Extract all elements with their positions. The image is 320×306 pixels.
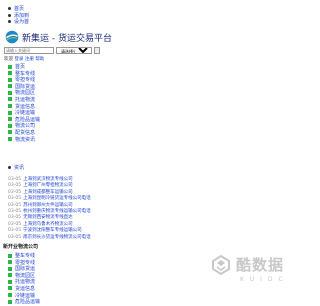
nav-item[interactable]: 物流园区 xyxy=(8,90,40,97)
nav-item[interactable]: 物流资讯 xyxy=(8,137,40,144)
logo-text: 新集运 - 货运交易平台 xyxy=(22,33,112,44)
watermark-text: 酷数据 xyxy=(236,256,285,274)
top-link-set-home[interactable]: 设为首 xyxy=(8,19,29,26)
square-bullet-icon xyxy=(8,299,12,304)
square-bullet-icon xyxy=(8,64,12,69)
search-bar: 请选择分类 xyxy=(4,47,100,54)
bullet-icon xyxy=(8,166,11,169)
article-link[interactable]: 上海到武汉物流专线公司 xyxy=(23,177,73,182)
nav-item[interactable]: 零担专线 xyxy=(8,77,40,84)
article-link[interactable]: 上海到昆明冷链货运专线公司电话 xyxy=(23,196,91,201)
article-date: 03-05 xyxy=(8,215,22,221)
article-date: 03-05 xyxy=(8,177,22,182)
square-bullet-icon xyxy=(8,110,12,115)
article-link[interactable]: 杭州到重庆物流专线运输公司电话 xyxy=(23,209,91,214)
category-select[interactable]: 请选择分类 xyxy=(56,47,92,54)
square-bullet-icon xyxy=(8,97,12,102)
site-logo[interactable]: 新集运 - 货运交易平台 xyxy=(5,30,112,44)
nav-item[interactable]: 托运物流 xyxy=(8,97,40,104)
top-links: 首页 添加到 设为首 xyxy=(8,6,29,26)
article-date: 03-05 xyxy=(8,209,22,215)
square-bullet-icon xyxy=(8,273,12,278)
square-bullet-icon xyxy=(8,104,12,109)
article-link[interactable]: 无锡到西安物流专线直达 xyxy=(23,215,73,220)
article-date: 03-05 xyxy=(8,202,22,208)
category-nav: 整车专线 零担专线 国际货运 物流园区 托运物流 货运信息 冷链运输 危险品运输 xyxy=(8,253,40,306)
nav-item[interactable]: 危险品运输 xyxy=(8,299,40,306)
nav-item[interactable]: 冷链运输 xyxy=(8,110,40,117)
nav-item[interactable]: 配货信息 xyxy=(8,130,40,137)
bullet-icon xyxy=(8,13,11,17)
login-bar: 欢迎 登录 注册 帮助 xyxy=(4,56,44,62)
help-link[interactable]: 帮助 xyxy=(35,57,44,62)
breadcrumb-link[interactable]: 资讯 xyxy=(14,165,24,171)
article-link[interactable]: 上海到成都整车运输公司 xyxy=(23,190,73,195)
article-link[interactable]: 宁波到沈阳整车专线运输公司 xyxy=(23,228,82,233)
nav-item[interactable]: 货运信息 xyxy=(8,286,40,293)
list-item[interactable]: 03-05 南京到长沙货运专线物流公司电话 xyxy=(8,235,91,241)
square-bullet-icon xyxy=(8,123,12,128)
login-link[interactable]: 登录 xyxy=(14,57,23,62)
square-bullet-icon xyxy=(8,117,12,122)
article-link[interactable]: 上海到广州零担物流公司 xyxy=(23,183,73,188)
square-bullet-icon xyxy=(8,286,12,291)
watermark-logo-icon xyxy=(212,254,230,276)
section-heading: 新开业物流公司 xyxy=(3,244,39,250)
article-date: 03-05 xyxy=(8,189,22,195)
globe-logo-icon xyxy=(5,30,19,44)
article-list: 03-05 上海到武汉物流专线公司 03-05 上海到广州零担物流公司 03-05 上… xyxy=(8,177,91,241)
breadcrumb: 资讯 xyxy=(8,164,24,171)
watermark: 酷数据 KUIDC xyxy=(210,250,290,298)
square-bullet-icon xyxy=(8,253,12,258)
article-date: 03-05 xyxy=(8,183,22,189)
square-bullet-icon xyxy=(8,279,12,284)
article-date: 03-05 xyxy=(8,221,22,227)
square-bullet-icon xyxy=(8,71,12,76)
square-bullet-icon xyxy=(8,137,12,142)
watermark-subtext: KUIDC xyxy=(240,276,289,283)
article-date: 03-05 xyxy=(8,234,22,240)
article-date: 03-05 xyxy=(8,196,22,202)
nav-item[interactable]: 托运物流 xyxy=(8,279,40,286)
nav-item[interactable]: 国际货运 xyxy=(8,266,40,273)
bullet-icon xyxy=(8,7,11,10)
square-bullet-icon xyxy=(8,77,12,82)
nav-item[interactable]: 物流公司 xyxy=(8,123,40,130)
article-date: 03-05 xyxy=(8,228,22,234)
square-bullet-icon xyxy=(8,130,12,135)
square-bullet-icon xyxy=(8,84,12,89)
welcome-text: 欢迎 xyxy=(4,57,13,62)
article-link[interactable]: 苏州到郑州大件运输公司 xyxy=(23,203,73,208)
register-link[interactable]: 注册 xyxy=(25,57,34,62)
nav-item[interactable]: 首页 xyxy=(8,64,40,71)
search-button[interactable] xyxy=(94,47,100,54)
square-bullet-icon xyxy=(8,90,12,95)
article-link[interactable]: 南京到长沙货运专线物流公司电话 xyxy=(23,235,91,240)
main-nav: 首页 整车专线 零担专线 国际货运 物流园区 托运物流 货运信息 冷链运输 危险… xyxy=(8,64,40,143)
square-bullet-icon xyxy=(8,266,12,271)
bullet-icon xyxy=(8,20,11,23)
article-link[interactable]: 上海到乌鲁木齐物流公司 xyxy=(23,222,73,227)
square-bullet-icon xyxy=(8,293,12,298)
search-input[interactable] xyxy=(4,47,54,54)
nav-item[interactable]: 整车专线 xyxy=(8,253,40,260)
square-bullet-icon xyxy=(8,260,12,265)
